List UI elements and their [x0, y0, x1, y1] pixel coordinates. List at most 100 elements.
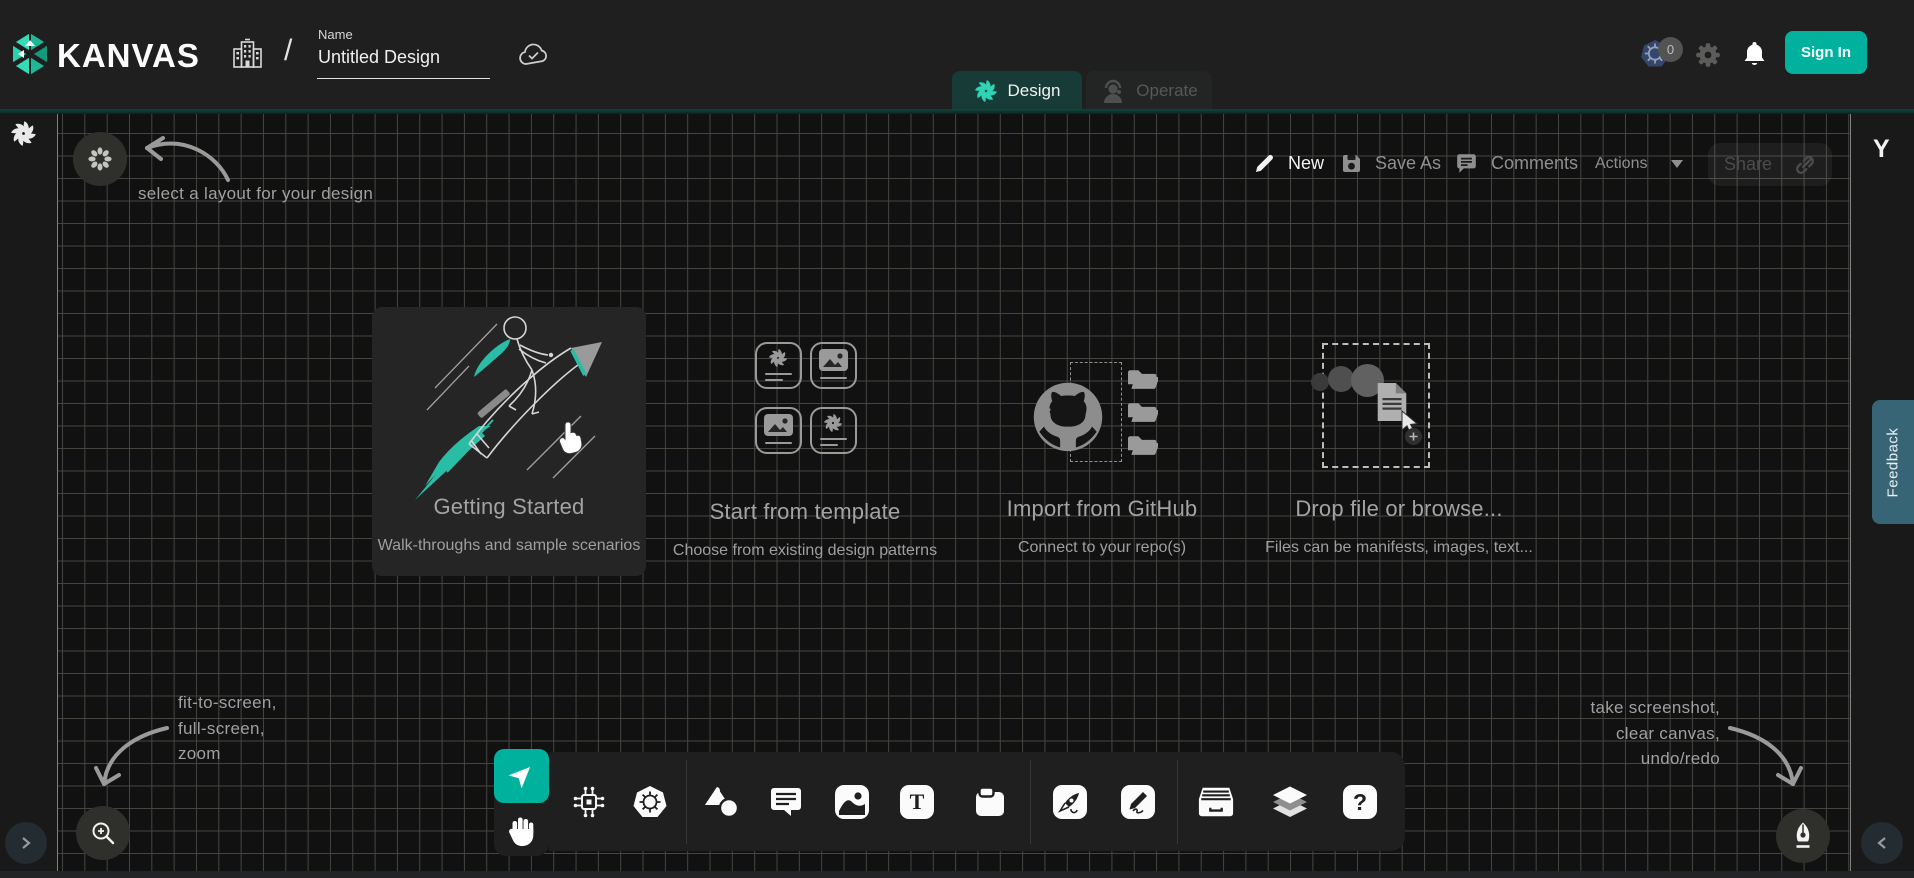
- layout-hint-text: select a layout for your design: [138, 184, 373, 204]
- zoom-hint-arrow: [85, 712, 175, 797]
- design-spiral-icon: [974, 79, 998, 103]
- gear-icon[interactable]: [1694, 41, 1722, 69]
- template-image-icon-2: [764, 414, 793, 437]
- layout-hint-arrow: [125, 118, 240, 188]
- kanvas-app: KANVAS / Name Untitled Design: [0, 0, 1914, 878]
- card-drop-subtitle: Files can be manifests, images, text...: [1229, 539, 1569, 557]
- zoom-button[interactable]: [76, 806, 130, 860]
- template-thumb-3: [755, 407, 802, 454]
- github-folder-icon-2[interactable]: [1128, 401, 1158, 422]
- feedback-tab[interactable]: Feedback: [1872, 400, 1914, 524]
- template-thumb-1: [755, 342, 802, 389]
- select-cursor-icon: [509, 762, 535, 788]
- template-spiral-icon: [768, 348, 788, 368]
- template-text-line: [765, 442, 792, 444]
- template-image-icon: [819, 349, 848, 372]
- sign-in-button[interactable]: Sign In: [1785, 31, 1867, 74]
- design-name-label: Name: [318, 27, 353, 42]
- actions-dropdown[interactable]: Actions: [1595, 142, 1684, 185]
- pen-button[interactable]: [1776, 809, 1830, 863]
- template-text-line: [820, 377, 847, 379]
- card-drop-title: Drop file or browse...: [1262, 496, 1536, 522]
- drop-plus-badge: [1405, 428, 1422, 445]
- pencil-new-icon: [1253, 153, 1275, 175]
- layout-picker-button[interactable]: [73, 132, 127, 186]
- plus-icon: [1409, 432, 1418, 441]
- template-text-line: [765, 373, 792, 375]
- left-rail-expand-button[interactable]: [5, 822, 47, 864]
- notification-badge: 0: [1658, 37, 1683, 62]
- tab-design-label: Design: [1008, 81, 1061, 101]
- feedback-label: Feedback: [1885, 427, 1902, 497]
- cloud-sync-icon[interactable]: [518, 43, 548, 67]
- template-text-line: [820, 438, 847, 440]
- bell-icon[interactable]: [1742, 40, 1767, 68]
- share-label: Share: [1724, 154, 1772, 175]
- card-template-subtitle: Choose from existing design patterns: [638, 542, 972, 560]
- shapes-tool[interactable]: [703, 783, 741, 821]
- hand-cursor-icon: [554, 420, 584, 456]
- chevron-left-icon: [1875, 836, 1889, 850]
- tab-operate[interactable]: Operate: [1086, 71, 1212, 110]
- save-as-label: Save As: [1375, 153, 1441, 174]
- new-button[interactable]: New: [1253, 142, 1324, 185]
- zoom-hint-text: fit-to-screen,full-screen,zoom: [178, 690, 277, 767]
- pen-tool[interactable]: [1051, 783, 1089, 821]
- new-button-label: New: [1288, 153, 1324, 174]
- tab-operate-label: Operate: [1136, 81, 1197, 101]
- select-tool[interactable]: [494, 749, 549, 803]
- save-as-button[interactable]: Save As: [1341, 142, 1441, 185]
- magnifier-icon: [90, 820, 116, 846]
- comments-label: Comments: [1491, 153, 1578, 174]
- collab-indicator: Y: [1873, 135, 1890, 164]
- card-getting-started-title: Getting Started: [372, 494, 646, 520]
- actions-label: Actions: [1595, 155, 1647, 173]
- card-getting-started-subtitle: Walk-throughs and sample scenarios: [342, 537, 676, 555]
- rocket-doodle: [405, 308, 645, 508]
- comments-icon: [1455, 152, 1478, 175]
- design-name-underline: [317, 78, 490, 79]
- pan-tool[interactable]: [506, 814, 538, 848]
- bottom-scrollbar[interactable]: [0, 871, 1914, 878]
- toolbar-separator-1: [686, 760, 687, 844]
- left-rail: [0, 114, 57, 878]
- template-thumb-2: [810, 342, 857, 389]
- tab-design[interactable]: Design: [952, 71, 1082, 110]
- layout-flower-icon: [87, 146, 113, 172]
- circuit-tool[interactable]: [570, 783, 608, 821]
- toolbar-separator-3: [1177, 760, 1178, 844]
- card-template-title: Start from template: [668, 499, 942, 525]
- pencil-tool[interactable]: [1119, 783, 1157, 821]
- chevron-right-icon: [19, 836, 33, 850]
- help-tool[interactable]: ?: [1341, 783, 1379, 821]
- toolbar-separator-2: [1030, 760, 1031, 844]
- text-tool[interactable]: T: [898, 783, 936, 821]
- template-thumb-4: [810, 407, 857, 454]
- template-text-line: [765, 379, 783, 381]
- right-rail-collapse-button[interactable]: [1861, 822, 1903, 864]
- drop-circle-small: [1311, 373, 1329, 391]
- github-folder-icon-3[interactable]: [1128, 434, 1158, 455]
- building-icon[interactable]: [232, 38, 263, 68]
- github-octocat-icon: [1031, 379, 1105, 453]
- layers-tool[interactable]: [1271, 783, 1309, 821]
- card-github-subtitle: Connect to your repo(s): [935, 539, 1269, 557]
- save-icon: [1341, 153, 1362, 174]
- note-tool[interactable]: [971, 783, 1009, 821]
- brand-wordmark: KANVAS: [57, 37, 200, 75]
- share-link-icon: [1794, 154, 1816, 176]
- drawer-tool[interactable]: [1197, 783, 1235, 821]
- pen-nib-icon: [1789, 821, 1817, 851]
- share-button[interactable]: Share: [1708, 143, 1832, 186]
- card-github-title: Import from GitHub: [965, 496, 1239, 522]
- image-tool[interactable]: [833, 783, 871, 821]
- screenshot-hint-text: take screenshot,clear canvas,undo/redo: [1520, 695, 1720, 772]
- github-folder-icon-1[interactable]: [1128, 368, 1158, 389]
- comment-tool[interactable]: [767, 783, 805, 821]
- operator-icon: [1100, 78, 1126, 104]
- design-name-input[interactable]: Untitled Design: [318, 47, 440, 68]
- comments-button[interactable]: Comments: [1455, 142, 1578, 185]
- left-rail-spiral-icon[interactable]: [10, 120, 37, 147]
- kanvas-logo-icon: [10, 30, 50, 78]
- kubernetes-tool[interactable]: [631, 783, 669, 821]
